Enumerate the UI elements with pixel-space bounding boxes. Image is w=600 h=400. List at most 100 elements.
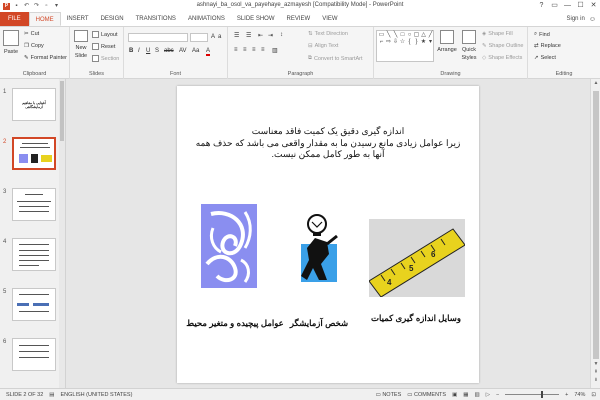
minimize-button[interactable]: — (563, 1, 572, 11)
shape-textbox-icon[interactable]: ▭ (378, 32, 385, 39)
align-center-icon[interactable]: ≡ (243, 47, 247, 53)
numbering-icon[interactable]: ☰ (246, 32, 251, 39)
strikethrough-button[interactable]: abc (164, 48, 174, 54)
slideshow-view-icon[interactable]: ▷ (486, 392, 490, 398)
convert-smartart-button[interactable]: ⧉ Convert to SmartArt (308, 55, 363, 62)
paste-button[interactable]: Paste (3, 30, 19, 55)
slide-sorter-icon[interactable]: ▦ (463, 392, 468, 398)
select-button[interactable]: ➚ Select (534, 55, 556, 61)
shape-corner-icon[interactable]: ⌐ (378, 39, 385, 46)
columns-icon[interactable]: ▥ (272, 47, 278, 54)
shape-line-icon[interactable]: ╱ (427, 32, 434, 39)
tab-home[interactable]: HOME (28, 12, 61, 26)
thumbnail-scrollbar[interactable] (59, 79, 65, 388)
increase-indent-icon[interactable]: ⇥ (268, 32, 273, 39)
change-case-button[interactable]: Aa (192, 48, 199, 54)
current-slide[interactable]: اندازه گیری دقیق یک کمیت فاقد معناست زیر… (177, 86, 479, 383)
notes-button[interactable]: ▭ NOTES (376, 392, 402, 398)
tab-transitions[interactable]: TRANSITIONS (130, 12, 182, 26)
undo-icon[interactable]: ↶ (23, 3, 30, 10)
save-icon[interactable]: ▪ (13, 3, 20, 10)
shadow-button[interactable]: S (155, 48, 159, 54)
help-button[interactable]: ? (537, 1, 546, 11)
zoom-in-icon[interactable]: + (565, 392, 568, 398)
shape-brace-icon[interactable]: } (413, 39, 420, 46)
slide-title[interactable]: اندازه گیری دقیق یک کمیت فاقد معناست (185, 126, 471, 137)
slide-thumbnail-4[interactable] (12, 238, 56, 271)
shape-effects-button[interactable]: ◇ Shape Effects (482, 55, 522, 61)
shape-fill-button[interactable]: ◈ Shape Fill (482, 31, 513, 37)
tab-insert[interactable]: INSERT (61, 12, 95, 26)
slide-thumbnail-5[interactable] (12, 288, 56, 321)
scroll-down-icon[interactable]: ▼ (591, 361, 600, 367)
close-button[interactable]: ✕ (589, 1, 598, 11)
vertical-scrollbar[interactable]: ▲ ▼ ⇞ ⇟ (590, 79, 600, 388)
shape-triangle-icon[interactable]: △ (420, 32, 427, 39)
char-spacing-button[interactable]: AV (179, 48, 187, 54)
shrink-font-icon[interactable]: a (218, 34, 221, 40)
shapes-gallery[interactable]: ▭ ╲ ╲ □ ○ ▢ △ ╱ ⌐ ⇨ ⇩ ☆ { } ★ ▾ (376, 30, 434, 62)
normal-view-icon[interactable]: ▣ (452, 392, 457, 398)
slide-thumbnail-1[interactable]: آشنایی با مفاهیم آزمایشگاهی (12, 88, 56, 121)
copy-button[interactable]: ❐ Copy (24, 43, 44, 49)
align-left-icon[interactable]: ≡ (234, 47, 238, 53)
bullets-icon[interactable]: ☰ (234, 32, 239, 39)
shape-rect-icon[interactable]: □ (399, 32, 406, 39)
shape-more-icon[interactable]: ▾ (427, 39, 434, 46)
shape-star-icon[interactable]: ☆ (399, 39, 406, 46)
shape-line-icon[interactable]: ╲ (392, 32, 399, 39)
slide-thumbnail-2[interactable] (12, 137, 56, 170)
zoom-level[interactable]: 74% (574, 392, 585, 398)
line-spacing-icon[interactable]: ↕ (280, 32, 283, 38)
sign-in-link[interactable]: Sign in (566, 16, 584, 22)
feedback-smiley-icon[interactable]: ☺ (589, 16, 596, 23)
grow-font-icon[interactable]: A (211, 34, 215, 40)
shape-arrow-icon[interactable]: ⇨ (385, 39, 392, 46)
tab-design[interactable]: DESIGN (95, 12, 130, 26)
comments-button[interactable]: ▭ COMMENTS (407, 392, 446, 398)
shape-brace-icon[interactable]: { (406, 39, 413, 46)
scroll-up-icon[interactable]: ▲ (591, 80, 600, 86)
caption-measuring-tools[interactable]: وسایل اندازه گیری کمیات (361, 313, 471, 324)
format-painter-button[interactable]: ✎ Format Painter (24, 55, 67, 61)
shape-rounded-rect-icon[interactable]: ▢ (413, 32, 420, 39)
arrange-button[interactable]: Arrange (437, 30, 457, 53)
underline-button[interactable]: U (146, 48, 150, 54)
font-size-combo[interactable] (190, 33, 208, 42)
align-text-button[interactable]: ⊟ Align Text (308, 43, 338, 49)
shape-outline-button[interactable]: ✎ Shape Outline (482, 43, 523, 49)
font-color-button[interactable]: A (206, 48, 211, 56)
caption-environment[interactable]: عوامل پیچیده و متغیر محیط (185, 318, 285, 329)
cut-button[interactable]: ✂ Cut (24, 31, 39, 37)
new-slide-button[interactable]: New Slide (73, 30, 89, 59)
redo-icon[interactable]: ↷ (33, 3, 40, 10)
start-slideshow-icon[interactable]: ▫ (43, 3, 50, 10)
decrease-indent-icon[interactable]: ⇤ (258, 32, 263, 39)
zoom-slider[interactable] (505, 391, 560, 398)
replace-button[interactable]: ⇄ Replace (534, 43, 561, 49)
spelling-icon[interactable]: ▤ (43, 392, 54, 398)
tab-slide-show[interactable]: SLIDE SHOW (231, 12, 281, 26)
font-name-combo[interactable] (128, 33, 188, 42)
measuring-tape-image[interactable]: 4 5 6 (368, 219, 466, 298)
thumbnail-scroll-thumb[interactable] (60, 81, 64, 141)
shape-line-icon[interactable]: ╲ (385, 32, 392, 39)
shape-arrow-down-icon[interactable]: ⇩ (392, 39, 399, 46)
reading-view-icon[interactable]: ▥ (475, 392, 480, 398)
slide-body-text[interactable]: زیرا عوامل زیادی مانع رسیدن ما به مقدار … (191, 138, 465, 160)
person-lightbulb-clipart-image[interactable] (297, 214, 341, 286)
tab-file[interactable]: FILE (0, 12, 29, 26)
find-button[interactable]: ⌕ Find (534, 31, 550, 38)
bold-button[interactable]: B (129, 48, 133, 54)
ribbon-display-button[interactable]: ▭ (550, 1, 559, 11)
maximize-button[interactable]: ☐ (576, 1, 585, 11)
previous-slide-icon[interactable]: ⇞ (591, 369, 600, 375)
next-slide-icon[interactable]: ⇟ (591, 377, 600, 383)
zoom-slider-thumb[interactable] (541, 391, 544, 398)
tab-review[interactable]: REVIEW (281, 12, 317, 26)
fit-slide-icon[interactable]: ⊡ (591, 392, 596, 398)
caption-experimenter[interactable]: شخص آزمایشگر (283, 318, 355, 329)
language-indicator[interactable]: ENGLISH (UNITED STATES) (55, 392, 133, 398)
italic-button[interactable]: I (138, 48, 140, 54)
text-direction-button[interactable]: ⇅ Text Direction (308, 31, 348, 37)
